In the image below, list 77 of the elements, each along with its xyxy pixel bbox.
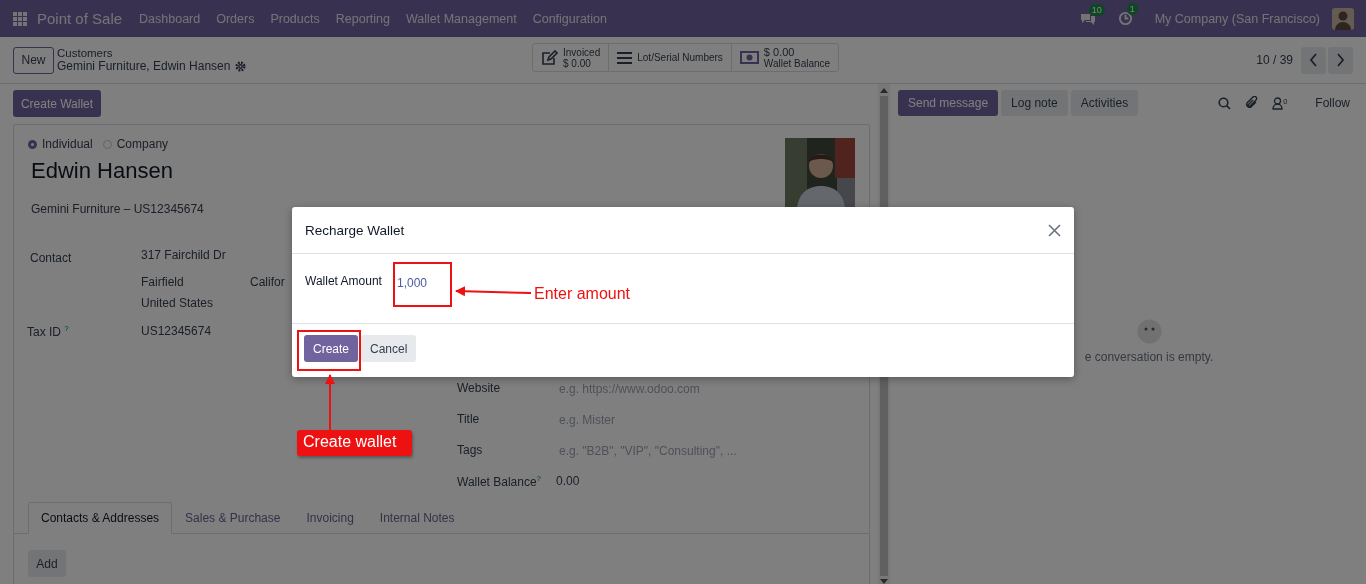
field-label: Website <box>457 381 502 395</box>
menu-item[interactable]: Dashboard <box>139 11 201 26</box>
city-value: Fairfield <box>141 275 185 289</box>
message-count-badge: 10 <box>1088 3 1105 16</box>
breadcrumb-link[interactable]: Customers <box>57 47 247 59</box>
person-icon[interactable] <box>1272 96 1284 110</box>
annotation-text: Enter amount <box>534 285 631 303</box>
scroll-down-icon[interactable] <box>880 579 888 584</box>
neutral-face-icon <box>1136 319 1162 344</box>
menu-item[interactable]: Orders <box>216 11 255 26</box>
new-button[interactable]: New <box>13 46 54 74</box>
chevron-left-icon <box>1309 53 1318 67</box>
field-label: Wallet Balance$^{?}$ <box>457 474 543 489</box>
create-button[interactable]: Create <box>304 335 359 362</box>
chatter-button[interactable]: Activities <box>1070 90 1139 116</box>
field-label: Title <box>457 412 481 426</box>
highlight-box <box>297 330 361 371</box>
field-label: Tags <box>457 443 484 457</box>
field-label: Wallet Amount <box>305 274 383 288</box>
menu-item[interactable]: Products <box>270 11 320 26</box>
add-button[interactable]: Add <box>28 550 66 577</box>
smart-button[interactable]: Lot/Serial Numbers <box>609 44 732 71</box>
cancel-button[interactable]: Cancel <box>361 335 417 362</box>
next-button[interactable] <box>1328 46 1353 74</box>
menu-item[interactable]: Configuration <box>532 11 608 26</box>
previous-button[interactable] <box>1301 46 1326 74</box>
partner-name: Edwin Hansen <box>31 158 174 184</box>
field-value: 0.00 <box>556 474 580 488</box>
field-label: Tax ID $^{?}$ <box>27 324 70 339</box>
clock-icon[interactable] <box>1117 11 1133 26</box>
banknote-icon <box>739 51 759 64</box>
tax-id-value: US12345674 <box>141 324 212 339</box>
dialog-title: Recharge Wallet <box>305 222 405 238</box>
street-value: 317 Fairchild Dr <box>141 248 226 264</box>
record-title: Gemini Furniture, Edwin Hansen <box>57 59 231 73</box>
list-icon <box>617 51 633 64</box>
smart-button-label: Invoiced <box>563 46 601 58</box>
smart-button[interactable]: $ 0.00 Wallet Balance <box>731 44 839 71</box>
scroll-up-icon[interactable] <box>880 88 888 93</box>
company-line: Gemini Furniture – US12345674 <box>31 202 204 216</box>
smart-button-value: $ 0.00 <box>763 46 796 58</box>
chatter-button[interactable]: Log note <box>1001 90 1068 116</box>
country-value: United States <box>141 296 214 310</box>
close-icon[interactable] <box>1048 223 1061 237</box>
smart-button[interactable]: Invoiced $ 0.00 <box>533 44 610 71</box>
gear-icon[interactable] <box>235 60 247 72</box>
chatter-button[interactable]: Send message <box>898 90 999 116</box>
annotation-label: Create wallet <box>297 430 412 456</box>
notebook-tab[interactable]: Sales & Purchase <box>172 502 294 534</box>
activity-count-badge: 1 <box>1126 3 1138 15</box>
menu-item[interactable]: Reporting <box>335 11 390 26</box>
smart-button-value: $ 0.00 <box>563 57 592 69</box>
search-icon[interactable] <box>1218 96 1232 110</box>
pager-counter: 10 / 39 <box>1256 53 1293 67</box>
notebook-tab[interactable]: Internal Notes <box>366 502 468 534</box>
company-switcher[interactable]: My Company (San Francisco) <box>1154 11 1320 26</box>
empty-message: e conversation is empty. <box>1084 350 1214 364</box>
menu-item[interactable]: Wallet Management <box>405 11 517 26</box>
radio-option[interactable]: Individual <box>28 137 93 151</box>
notebook-tab[interactable]: Contacts & Addresses <box>28 502 173 534</box>
highlight-box <box>393 262 452 307</box>
follow-link[interactable]: Follow <box>1315 96 1350 110</box>
notebook-tab[interactable]: Invoicing <box>293 502 367 534</box>
user-avatar[interactable] <box>1332 7 1354 30</box>
chevron-right-icon <box>1336 53 1345 67</box>
smart-button-label: Wallet Balance <box>763 57 831 69</box>
field-label: Contact <box>30 250 73 265</box>
app-name[interactable]: Point of Sale <box>37 10 123 27</box>
state-value: Califor <box>250 275 285 289</box>
edit-icon <box>541 49 558 66</box>
smart-button-label: Lot/Serial Numbers <box>637 52 723 63</box>
create-wallet-button[interactable]: Create Wallet <box>13 90 101 117</box>
arrow <box>325 374 335 431</box>
radio-option[interactable]: Company <box>102 137 169 151</box>
apps-grid-icon[interactable] <box>13 11 27 26</box>
chat-icon[interactable] <box>1079 11 1096 26</box>
paperclip-icon[interactable] <box>1245 96 1259 110</box>
